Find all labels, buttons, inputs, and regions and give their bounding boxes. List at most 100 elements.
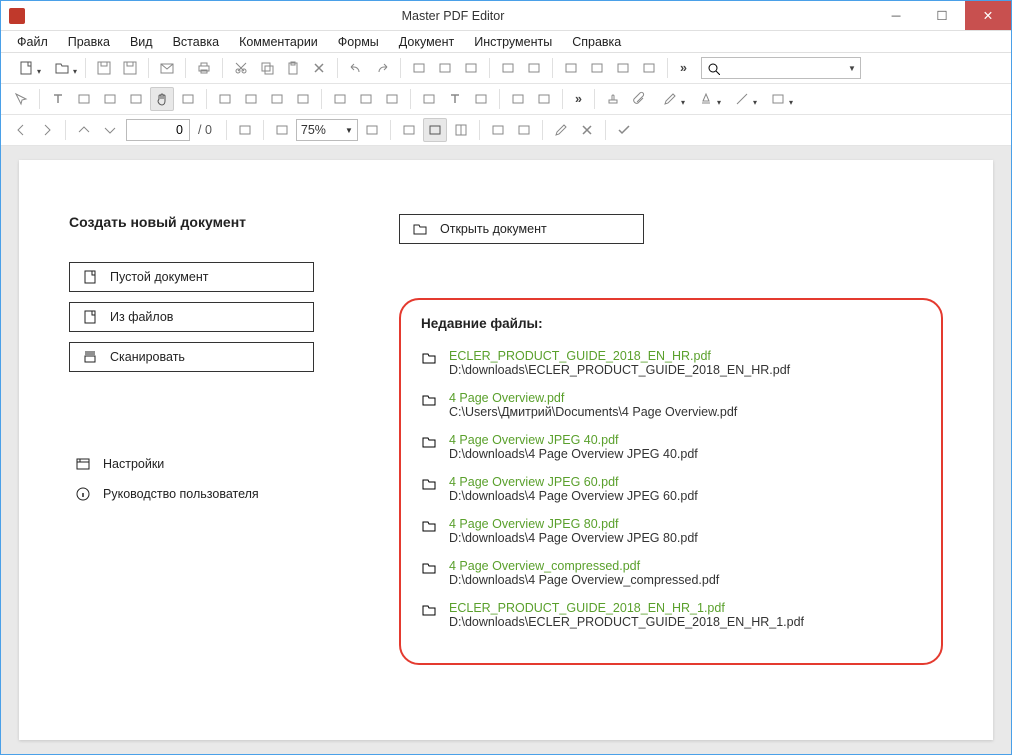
- close-button[interactable]: ✕: [965, 1, 1011, 30]
- blank-document-button[interactable]: Пустой документ: [69, 262, 314, 292]
- down-button[interactable]: [98, 118, 122, 142]
- maximize-button[interactable]: ☐: [919, 1, 965, 30]
- view-f[interactable]: [575, 118, 599, 142]
- stamp-tool[interactable]: [601, 87, 625, 111]
- toolbar-btn-g[interactable]: [585, 56, 609, 80]
- recent-file[interactable]: 4 Page Overview JPEG 80.pdf D:\downloads…: [421, 517, 921, 545]
- image-tool[interactable]: [469, 87, 493, 111]
- recent-file-name: 4 Page Overview JPEG 80.pdf: [449, 517, 698, 531]
- menu-tools[interactable]: Инструменты: [464, 33, 562, 51]
- save-as-button[interactable]: [118, 56, 142, 80]
- zoom-in-button[interactable]: [360, 118, 384, 142]
- prev-page-button[interactable]: [9, 118, 33, 142]
- edit-text-tool[interactable]: [46, 87, 70, 111]
- folder-icon: [412, 221, 428, 237]
- text-tool[interactable]: [443, 87, 467, 111]
- pencil-tool[interactable]: ▾: [653, 87, 687, 111]
- menu-help[interactable]: Справка: [562, 33, 631, 51]
- guide-link[interactable]: Руководство пользователя: [75, 486, 399, 502]
- select-region-tool[interactable]: [176, 87, 200, 111]
- open-document-button[interactable]: Открыть документ: [399, 214, 644, 244]
- minimize-button[interactable]: ─: [873, 1, 919, 30]
- menu-forms[interactable]: Формы: [328, 33, 389, 51]
- settings-link[interactable]: Настройки: [75, 456, 399, 472]
- view-e[interactable]: [549, 118, 573, 142]
- hand-tool[interactable]: [150, 87, 174, 111]
- view-c[interactable]: [486, 118, 510, 142]
- view-b[interactable]: [423, 118, 447, 142]
- recent-file[interactable]: 4 Page Overview.pdf C:\Users\Дмитрий\Doc…: [421, 391, 921, 419]
- attach-tool[interactable]: [627, 87, 651, 111]
- search-dropdown-icon[interactable]: ▼: [848, 64, 856, 73]
- tool-j[interactable]: [354, 87, 378, 111]
- recent-file[interactable]: 4 Page Overview JPEG 60.pdf D:\downloads…: [421, 475, 921, 503]
- toolbar-overflow[interactable]: »: [674, 61, 693, 75]
- highlight-tool[interactable]: ▾: [689, 87, 723, 111]
- tools-overflow[interactable]: »: [569, 92, 588, 106]
- recent-file-name: 4 Page Overview JPEG 60.pdf: [449, 475, 698, 489]
- view-d[interactable]: [512, 118, 536, 142]
- app-icon: [9, 8, 25, 24]
- book-view[interactable]: [449, 118, 473, 142]
- tool-i[interactable]: [328, 87, 352, 111]
- menu-view[interactable]: Вид: [120, 33, 163, 51]
- print-button[interactable]: [192, 56, 216, 80]
- recent-file[interactable]: 4 Page Overview_compressed.pdf D:\downlo…: [421, 559, 921, 587]
- page-number-input[interactable]: [126, 119, 190, 141]
- tool-g[interactable]: [265, 87, 289, 111]
- toolbar-btn-i[interactable]: [637, 56, 661, 80]
- zoom-select[interactable]: 75%▼: [296, 119, 358, 141]
- undo-button[interactable]: [344, 56, 368, 80]
- zoom-out-button[interactable]: [233, 118, 257, 142]
- shape-tool[interactable]: ▾: [761, 87, 795, 111]
- recent-file[interactable]: 4 Page Overview JPEG 40.pdf D:\downloads…: [421, 433, 921, 461]
- menu-edit[interactable]: Правка: [58, 33, 120, 51]
- tool-k[interactable]: [380, 87, 404, 111]
- toolbar-btn-f[interactable]: [559, 56, 583, 80]
- tool-h[interactable]: [291, 87, 315, 111]
- from-files-button[interactable]: Из файлов: [69, 302, 314, 332]
- email-button[interactable]: [155, 56, 179, 80]
- tool-c[interactable]: [98, 87, 122, 111]
- next-page-button[interactable]: [35, 118, 59, 142]
- check-button[interactable]: [612, 118, 636, 142]
- select-tool[interactable]: [9, 87, 33, 111]
- redo-button[interactable]: [370, 56, 394, 80]
- delete-button[interactable]: [307, 56, 331, 80]
- open-button[interactable]: ▾: [45, 56, 79, 80]
- titlebar: Master PDF Editor ─ ☐ ✕: [1, 1, 1011, 31]
- cut-button[interactable]: [229, 56, 253, 80]
- scan-button[interactable]: Сканировать: [69, 342, 314, 372]
- search-box[interactable]: ▼: [701, 57, 861, 79]
- menu-file[interactable]: Файл: [7, 33, 58, 51]
- new-button[interactable]: ▾: [9, 56, 43, 80]
- scan-label: Сканировать: [110, 350, 185, 364]
- save-button[interactable]: [92, 56, 116, 80]
- tool-l[interactable]: [417, 87, 441, 111]
- toolbar-btn-e[interactable]: [522, 56, 546, 80]
- tool-f[interactable]: [239, 87, 263, 111]
- view-a[interactable]: [397, 118, 421, 142]
- tool-e[interactable]: [213, 87, 237, 111]
- fit-page-button[interactable]: [270, 118, 294, 142]
- toolbar-btn-c[interactable]: [459, 56, 483, 80]
- toolbar-btn-a[interactable]: [407, 56, 431, 80]
- menu-document[interactable]: Документ: [389, 33, 464, 51]
- tool-n[interactable]: [532, 87, 556, 111]
- recent-file-path: D:\downloads\ECLER_PRODUCT_GUIDE_2018_EN…: [449, 363, 790, 377]
- menu-insert[interactable]: Вставка: [163, 33, 229, 51]
- tool-d[interactable]: [124, 87, 148, 111]
- recent-file[interactable]: ECLER_PRODUCT_GUIDE_2018_EN_HR.pdf D:\do…: [421, 349, 921, 377]
- menu-comments[interactable]: Комментарии: [229, 33, 328, 51]
- tool-b[interactable]: [72, 87, 96, 111]
- toolbar-tools: » ▾ ▾ ▾ ▾: [1, 84, 1011, 115]
- toolbar-btn-h[interactable]: [611, 56, 635, 80]
- toolbar-btn-b[interactable]: [433, 56, 457, 80]
- copy-button[interactable]: [255, 56, 279, 80]
- toolbar-btn-d[interactable]: [496, 56, 520, 80]
- line-tool[interactable]: ▾: [725, 87, 759, 111]
- recent-file[interactable]: ECLER_PRODUCT_GUIDE_2018_EN_HR_1.pdf D:\…: [421, 601, 921, 629]
- tool-m[interactable]: [506, 87, 530, 111]
- paste-button[interactable]: [281, 56, 305, 80]
- up-button[interactable]: [72, 118, 96, 142]
